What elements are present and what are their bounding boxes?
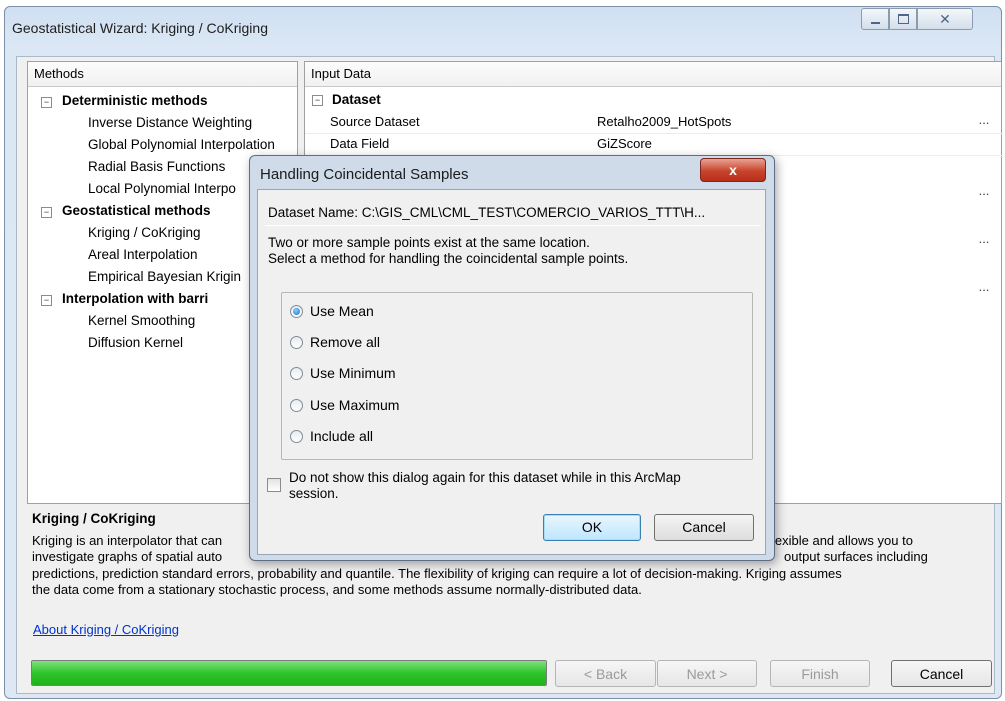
message-line: Select a method for handling the coincid… [268,251,629,266]
checkbox-label-line: session. [289,486,339,501]
collapse-icon[interactable]: − [312,95,323,106]
tree-group-label: Interpolation with barri [62,291,209,306]
minimize-icon [870,22,880,24]
close-icon: ✕ [939,10,951,27]
tree-group-label: Geostatistical methods [62,203,211,218]
dataset-section-label: Dataset [332,92,381,107]
dialog-separator [265,225,761,226]
tree-item-areal[interactable]: Areal Interpolation [88,244,198,266]
description-text: Kriging is an interpolator that can [32,532,223,548]
grid-label: Data Field [330,136,390,151]
option-use-mean[interactable]: Use Mean [290,301,374,321]
tree-item-global-polynomial[interactable]: Global Polynomial Interpolation [88,134,275,156]
caption-buttons: ✕ [861,8,980,35]
tree-item-local-polynomial[interactable]: Local Polynomial Interpo [88,178,236,200]
option-label: Include all [310,428,374,444]
dont-show-again-checkbox[interactable] [267,478,281,492]
about-kriging-link[interactable]: About Kriging / CoKriging [33,622,179,637]
collapse-icon[interactable]: − [41,97,52,108]
option-label: Use Mean [310,303,374,319]
tree-group-barriers[interactable]: Interpolation with barri [62,288,208,310]
tree-group-deterministic[interactable]: Deterministic methods [62,90,208,112]
option-use-maximum[interactable]: Use Maximum [290,395,399,415]
collapse-icon[interactable]: − [41,207,52,218]
tree-item-kernel-smoothing[interactable]: Kernel Smoothing [88,310,195,332]
browse-button[interactable]: ... [973,280,995,298]
dialog-title: Handling Coincidental Samples [260,166,469,183]
description-text: the data come from a stationary stochast… [32,582,642,597]
description-text: investigate graphs of spatial auto [32,549,223,564]
option-use-minimum[interactable]: Use Minimum [290,363,396,383]
close-icon: x [729,162,737,178]
option-label: Use Maximum [310,397,400,413]
browse-button[interactable]: ... [973,232,995,250]
collapse-icon[interactable]: − [41,295,52,306]
grid-value: GiZScore [597,136,652,151]
grid-label: Source Dataset [330,114,420,129]
tree-item-ebk[interactable]: Empirical Bayesian Krigin [88,266,241,288]
tree-item-kriging[interactable]: Kriging / CoKriging [88,222,201,244]
back-button[interactable]: < Back [555,660,656,687]
tree-item-radial-basis[interactable]: Radial Basis Functions [88,156,225,178]
checkbox-label-line: Do not show this dialog again for this d… [289,470,681,485]
option-label: Remove all [310,334,381,350]
description-text: lexible and allows you to [772,532,913,548]
message-line: Two or more sample points exist at the s… [268,235,590,250]
dialog-message: Two or more sample points exist at the s… [268,235,628,267]
radio-selected-icon [290,304,303,318]
close-button[interactable]: ✕ [917,8,973,30]
description-text: output surfaces including [784,549,928,564]
tree-item-idw[interactable]: Inverse Distance Weighting [88,112,252,134]
option-remove-all[interactable]: Remove all [290,332,380,352]
radio-icon [290,366,303,380]
tree-group-label: Deterministic methods [62,93,208,108]
radio-icon [290,335,303,349]
cancel-button[interactable]: Cancel [891,660,992,687]
dont-show-again-label: Do not show this dialog again for this d… [289,470,739,502]
grid-value: Retalho2009_HotSpots [597,114,732,129]
progress-fill [32,661,546,685]
browse-button[interactable]: ... [973,113,995,131]
grid-row-data-field[interactable]: Data Field GiZScore [305,133,1003,156]
tree-group-geostatistical[interactable]: Geostatistical methods [62,200,211,222]
dialog-ok-button[interactable]: OK [543,514,641,541]
methods-header: Methods [28,62,297,87]
tree-item-diffusion-kernel[interactable]: Diffusion Kernel [88,332,183,354]
browse-button[interactable]: ... [973,184,995,202]
restore-button[interactable] [889,8,917,30]
description-text: predictions, prediction standard errors,… [32,565,842,581]
next-button[interactable]: Next > [657,660,757,687]
dialog-cancel-button[interactable]: Cancel [654,514,754,541]
progress-bar [31,660,547,686]
dataset-name-label: Dataset Name: C:\GIS_CML\CML_TEST\COMERC… [268,205,706,220]
finish-button[interactable]: Finish [770,660,870,687]
option-include-all[interactable]: Include all [290,426,373,446]
option-label: Use Minimum [310,365,396,381]
dialog-close-button[interactable]: x [700,158,766,182]
grid-row-source-dataset[interactable]: Source Dataset Retalho2009_HotSpots ... [305,111,1003,134]
restore-icon [897,14,909,24]
input-data-header: Input Data [305,62,1001,87]
minimize-button[interactable] [861,8,889,30]
window-title: Geostatistical Wizard: Kriging / CoKrigi… [12,20,268,36]
radio-icon [290,398,303,412]
radio-icon [290,429,303,443]
